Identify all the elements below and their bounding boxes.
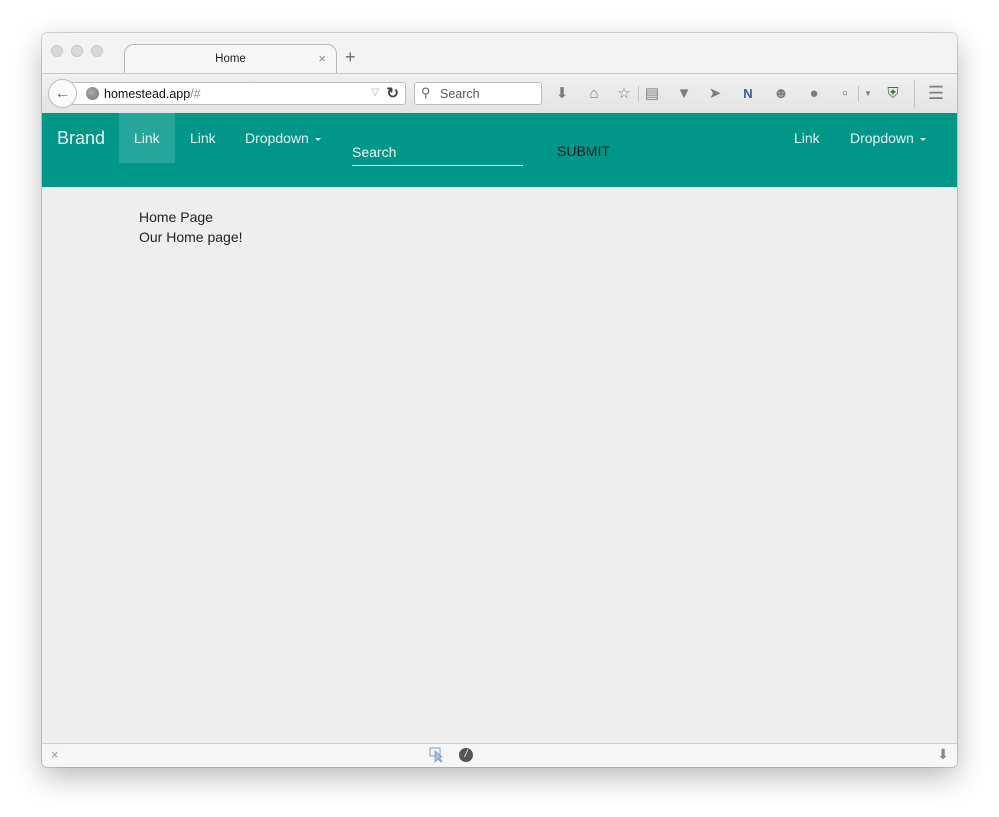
compass-icon[interactable]: /	[459, 748, 473, 762]
page-subtitle: Our Home page!	[139, 229, 243, 245]
tab-strip: Home × +	[42, 33, 957, 73]
browser-search-box[interactable]: ⚲ Search	[414, 82, 542, 105]
statusbar-download-icon[interactable]: ⬇	[937, 746, 949, 763]
nav-link-right[interactable]: Link	[779, 113, 835, 163]
extension-bubbles-icon[interactable]: ●	[804, 83, 824, 103]
close-window-button[interactable]	[51, 45, 63, 57]
toolbar-separator	[914, 80, 915, 108]
nav-dropdown-left[interactable]: Dropdown	[230, 113, 336, 163]
caret-down-icon	[314, 137, 321, 141]
download-icon[interactable]: ⬇	[552, 83, 572, 103]
navbar-search-input[interactable]	[352, 139, 523, 166]
page-content: Home Page Our Home page!	[42, 187, 957, 743]
toolbar-separator	[638, 86, 639, 102]
page-title: Home Page	[139, 209, 213, 225]
tab-close-icon[interactable]: ×	[318, 51, 326, 66]
onenote-clipper-icon[interactable]: N	[738, 83, 758, 103]
nav-dropdown-right-label: Dropdown	[850, 130, 914, 146]
clipboard-icon[interactable]: ▫	[835, 83, 855, 103]
url-host: homestead.app	[104, 87, 191, 101]
browser-search-placeholder: Search	[440, 87, 480, 101]
search-icon: ⚲	[421, 85, 431, 100]
tab-home[interactable]: Home ×	[124, 44, 337, 73]
submit-button[interactable]: SUBMIT	[547, 139, 620, 163]
minimize-window-button[interactable]	[71, 45, 83, 57]
tab-title: Home	[215, 53, 246, 65]
url-bar[interactable]: homestead.app/# ▽ ↻	[72, 82, 406, 105]
browser-window: Home × + ← homestead.app/# ▽ ↻ ⚲ Search …	[42, 33, 957, 767]
wot-shield-icon[interactable]: ⛨	[883, 83, 903, 103]
url-history-dropdown-icon[interactable]: ▽	[371, 87, 379, 98]
pointer-inspector-icon[interactable]	[429, 747, 445, 763]
back-button[interactable]: ←	[48, 79, 77, 108]
nav-dropdown-right[interactable]: Dropdown	[835, 113, 941, 163]
menu-icon[interactable]: ☰	[926, 83, 946, 103]
globe-icon	[86, 87, 99, 100]
reload-icon[interactable]: ↻	[386, 84, 399, 102]
chat-icon[interactable]: ☻	[771, 83, 791, 103]
new-tab-button[interactable]: +	[345, 48, 356, 66]
nav-link-1[interactable]: Link	[119, 113, 175, 163]
navbar-brand[interactable]: Brand	[57, 128, 105, 149]
reading-list-icon[interactable]: ▤	[642, 83, 662, 103]
browser-toolbar: ← homestead.app/# ▽ ↻ ⚲ Search ⬇ ⌂ ☆ ▤ ▼…	[42, 73, 957, 113]
zoom-window-button[interactable]	[91, 45, 103, 57]
site-navbar: Brand Link Link Dropdown SUBMIT Link Dro…	[42, 113, 957, 187]
nav-link-2[interactable]: Link	[175, 113, 231, 163]
nav-dropdown-left-label: Dropdown	[245, 130, 309, 146]
pocket-icon[interactable]: ▼	[674, 83, 694, 103]
url-path: /#	[190, 87, 201, 101]
back-arrow-icon: ←	[54, 84, 71, 102]
url-text[interactable]: homestead.app/#	[104, 87, 201, 101]
home-icon[interactable]: ⌂	[584, 83, 604, 103]
bookmark-star-icon[interactable]: ☆	[614, 83, 634, 103]
caret-down-icon	[919, 137, 926, 141]
dropdown-arrow-icon[interactable]: ▼	[858, 83, 878, 103]
send-icon[interactable]: ➤	[705, 83, 725, 103]
statusbar-close-icon[interactable]: ×	[51, 747, 59, 762]
status-bar: × / ⬇	[42, 743, 957, 767]
